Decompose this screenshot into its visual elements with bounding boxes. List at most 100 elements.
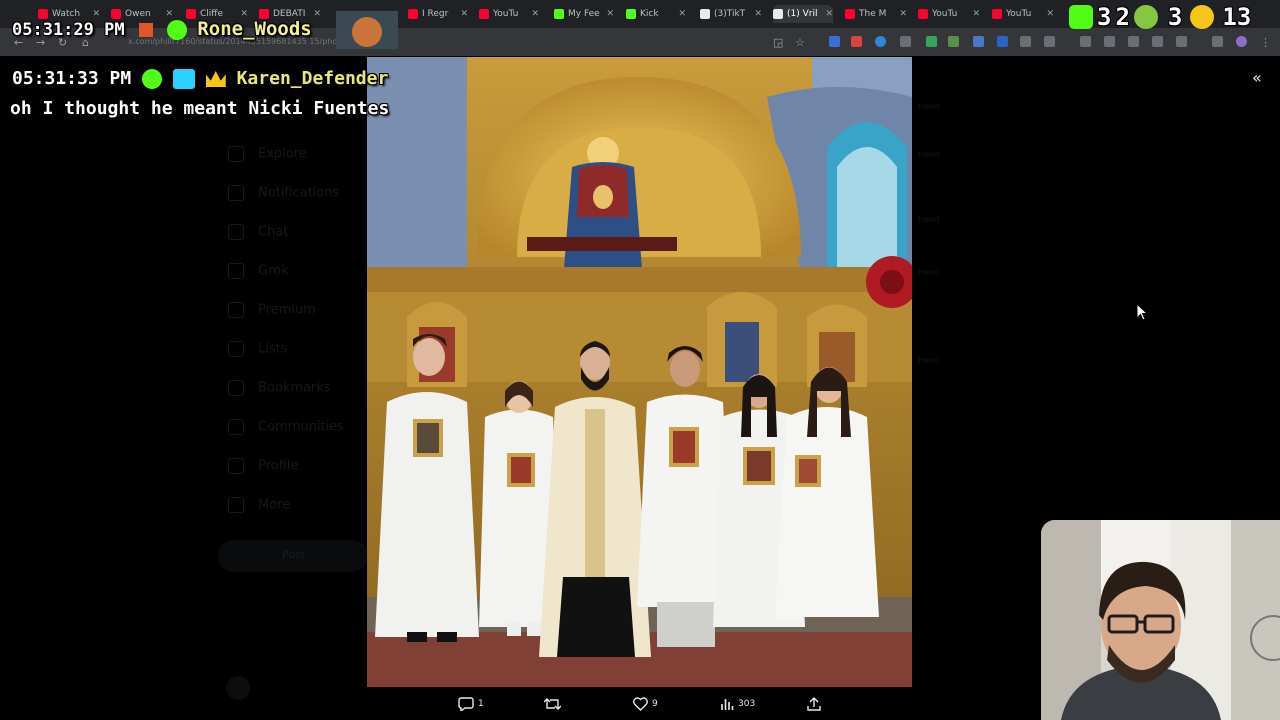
trend-item[interactable]: trend [918,102,939,111]
sidebar-item-icon [228,302,244,318]
count-2: 2 [1115,3,1130,31]
like-count: 9 [652,699,658,709]
sidebar-item-label: Bookmarks [258,380,331,396]
tab-close-icon[interactable]: ✕ [893,9,907,19]
sidebar-item-grok[interactable]: Grok [228,263,289,279]
trend-item[interactable]: trend [918,268,939,277]
extension-icon[interactable] [997,36,1008,47]
sidebar-item-profile[interactable]: Profile [228,458,298,474]
sidebar-item-label: Grok [258,263,289,279]
reply-action[interactable]: 1 [458,696,484,712]
collapse-panel-icon[interactable]: « [1252,68,1262,87]
browser-tab[interactable]: (3)TikT ✕ [700,5,762,23]
sidebar-item-icon [228,146,244,162]
tab-close-icon[interactable]: ✕ [672,9,686,19]
sidebar-item-communities[interactable]: Communities [228,419,344,435]
rumble-badge-icon [138,23,153,37]
extension-icon[interactable] [829,36,840,47]
clock-username: Rone_Woods [197,18,312,40]
extension-icon[interactable] [948,36,959,47]
sidebar-item-label: Profile [258,458,299,474]
profile-avatar-icon[interactable] [1236,36,1247,47]
download-icon[interactable] [1212,36,1223,47]
like-action[interactable]: 9 [633,696,658,712]
chat-message-text: oh I thought he meant Nicki Fuentes [10,98,390,119]
browser-tab[interactable]: YouTu ✕ [918,5,980,23]
browser-tab[interactable]: (1) Vril ✕ [773,5,833,23]
tab-favicon-icon [845,9,855,19]
tab-label: (1) Vril [787,9,818,19]
kick-logo-icon [1069,5,1093,29]
reader-icon[interactable] [1152,36,1163,47]
sidebar-item-premium[interactable]: Premium [228,302,316,318]
sidebar-item-chat[interactable]: Chat [228,224,288,240]
sidepanel-icon[interactable] [1176,36,1187,47]
tab-close-icon[interactable]: ✕ [748,9,762,19]
extensions-puzzle-icon[interactable] [1044,36,1055,47]
browser-tab[interactable]: My Fee ✕ [554,5,614,23]
menu-kebab-icon[interactable]: ⋮ [1260,36,1271,49]
extension-icon[interactable] [1104,36,1115,47]
chat-username: Karen_Defender [236,68,389,89]
count-5: 3 [1236,3,1252,31]
extension-icon[interactable] [926,36,937,47]
sidebar-item-icon [228,497,244,513]
webcam-feed [1041,520,1280,720]
tab-favicon-icon [626,9,636,19]
tab-favicon-icon [554,9,564,19]
tab-favicon-icon [992,9,1002,19]
share-action[interactable] [807,696,825,712]
crown-logo-icon [1190,5,1215,29]
sidebar-item-bookmarks[interactable]: Bookmarks [228,380,331,396]
post-button[interactable]: Post [218,540,368,572]
tab-close-icon[interactable]: ✕ [600,9,614,19]
browser-tab[interactable]: YouTu ✕ [479,5,539,23]
post-photo[interactable] [367,57,912,687]
chat-message-header: 05:31:33 PM Karen_Defender [12,68,388,89]
sidebar-item-label: Lists [258,341,288,357]
sidebar-item-notifications[interactable]: Notifications [228,185,339,201]
install-icon[interactable]: ◲ [773,36,783,49]
browser-tab[interactable]: Kick ✕ [626,5,686,23]
trend-item[interactable]: trend [918,356,939,365]
views-action[interactable]: 303 [720,696,755,712]
sidebar-item-lists[interactable]: Lists [228,341,288,357]
repost-action[interactable] [544,696,565,712]
sidebar-item-explore[interactable]: Explore [228,146,307,162]
tab-close-icon[interactable]: ✕ [819,9,833,19]
bookmark-star-icon[interactable]: ☆ [795,36,805,49]
extension-icon[interactable] [900,36,911,47]
trend-item[interactable]: trend [918,215,939,224]
extension-icon[interactable] [851,36,862,47]
browser-tab[interactable]: The M ✕ [845,5,907,23]
clock-time: 05:31:29 PM [12,20,125,40]
account-avatar[interactable] [226,676,250,700]
browser-tab[interactable]: I Regr ✕ [408,5,468,23]
tab-close-icon[interactable]: ✕ [454,9,468,19]
extension-icon[interactable] [1020,36,1031,47]
tab-label: I Regr [422,9,449,19]
stream-clock-overlay: 05:31:29 PM Rone_Woods [12,18,312,40]
views-chart-icon [721,699,734,710]
trend-item[interactable]: trend [918,150,939,159]
tab-close-icon[interactable]: ✕ [525,9,539,19]
sidebar-item-icon [228,224,244,240]
tab-close-icon[interactable]: ✕ [966,9,980,19]
share-icon [807,697,821,711]
sidebar-item-icon [228,458,244,474]
extension-icon[interactable] [875,36,886,47]
devtools-icon[interactable] [1128,36,1139,47]
tab-label: YouTu [493,9,519,19]
tab-label: YouTu [932,9,958,19]
browser-tab[interactable]: YouTu ✕ [992,5,1054,23]
kick-badge-icon [167,20,188,40]
heart-icon [633,697,648,711]
tab-label: My Fee [568,9,600,19]
tab-close-icon[interactable]: ✕ [1040,9,1054,19]
history-icon[interactable] [1080,36,1091,47]
viewer-counters: 3 2 3 1 3 [1069,3,1252,31]
extension-icon[interactable] [973,36,984,47]
sidebar-item-label: Communities [258,419,344,435]
sidebar-item-more[interactable]: More [228,497,290,513]
rumble-viewer-count: 3 [1167,3,1183,31]
